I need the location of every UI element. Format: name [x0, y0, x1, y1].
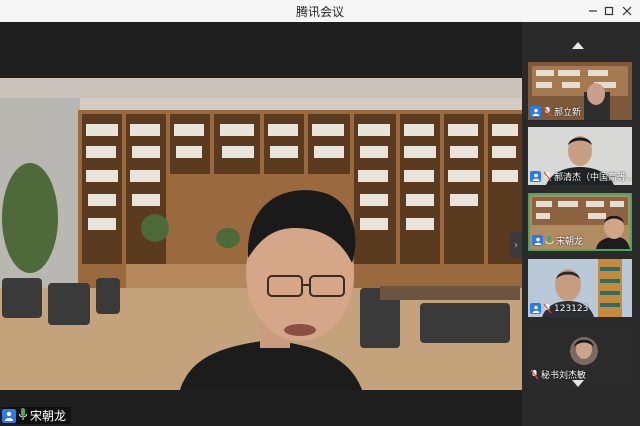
participant-tile[interactable]: 郝清杰（中国高等...	[528, 127, 632, 185]
microphone-icon	[545, 231, 554, 249]
toggle-panel-button[interactable]: ›	[510, 232, 522, 258]
participant-tile[interactable]: 郝立新	[528, 62, 632, 120]
chevron-right-icon: ›	[514, 239, 518, 251]
participant-label: 郝清杰（中国高等...	[530, 170, 632, 183]
participant-name: 郝清杰（中国高等...	[554, 173, 632, 183]
participant-panel: 郝立新 郝清杰（中国高等... 宋朝龙 123123 秘书刘杰敏	[522, 22, 640, 426]
participant-tile[interactable]: 秘书刘杰敏	[528, 325, 632, 383]
user-icon	[530, 303, 541, 314]
participant-label: 123123	[530, 302, 588, 315]
main-video-area[interactable]: 宋朝龙 ›	[0, 22, 522, 426]
scroll-up-icon[interactable]	[572, 42, 584, 49]
mic-muted-icon	[543, 167, 552, 185]
speaker-name: 宋朝龙	[30, 409, 67, 423]
scroll-down-icon[interactable]	[572, 380, 584, 387]
user-icon	[530, 106, 541, 117]
participant-name: 宋朝龙	[556, 237, 584, 247]
mic-muted-icon	[543, 102, 552, 120]
user-icon	[532, 235, 543, 246]
close-icon[interactable]	[614, 0, 640, 22]
participant-name: 郝立新	[554, 108, 582, 118]
user-icon	[530, 171, 541, 182]
participant-tile-active[interactable]: 宋朝龙	[528, 193, 632, 251]
participant-label: 郝立新	[530, 105, 581, 118]
speaker-video	[0, 78, 522, 390]
participant-label: 宋朝龙	[532, 234, 583, 247]
window-title: 腾讯会议	[295, 5, 344, 19]
microphone-icon	[18, 406, 28, 425]
title-bar: 腾讯会议	[0, 0, 640, 23]
speaker-name-tag: 宋朝龙	[2, 406, 72, 425]
participant-name: 123123	[554, 303, 589, 314]
participant-tile[interactable]: 123123	[528, 259, 632, 317]
user-icon	[2, 408, 16, 423]
mic-muted-icon	[530, 365, 539, 383]
mic-muted-icon	[543, 299, 552, 317]
